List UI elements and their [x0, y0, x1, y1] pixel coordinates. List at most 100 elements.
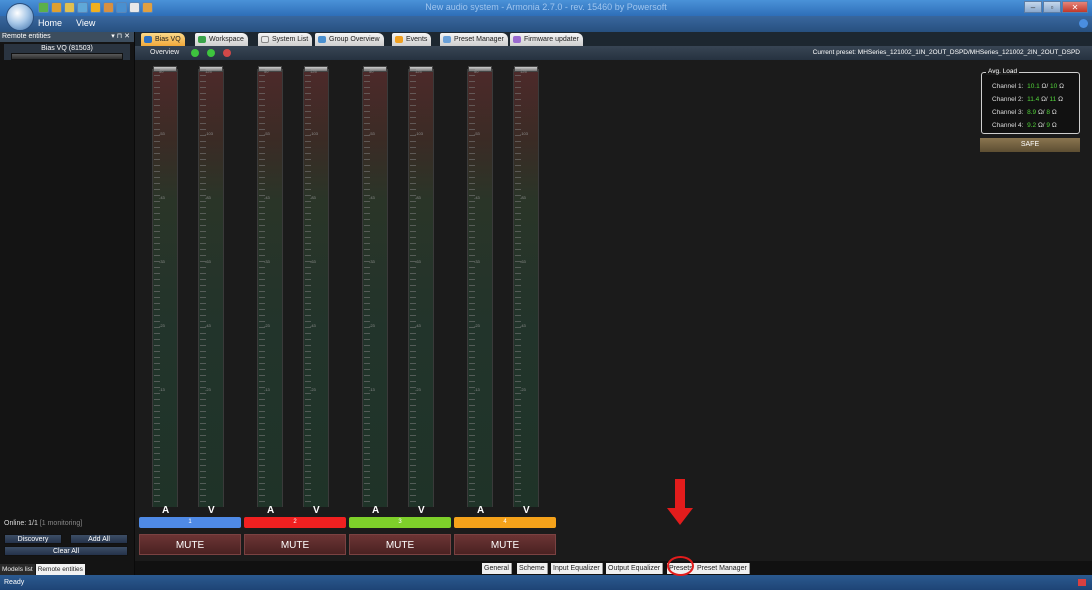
- meter-scale-label: -23: [205, 387, 211, 392]
- discovery-button[interactable]: Discovery: [4, 534, 62, 544]
- ribbon-tabs: Home View: [0, 16, 1092, 32]
- meter-scale-label: 125: [520, 69, 527, 74]
- meter-scale-label: -83: [310, 195, 316, 200]
- load-row: Channel 4: 9.2 Ω/ 9 Ω: [992, 122, 1057, 129]
- meter-scale-label: -43: [520, 323, 526, 328]
- channel-label-1[interactable]: 1: [139, 517, 241, 528]
- meter-scale-label: -43: [369, 195, 375, 200]
- mute-button-1[interactable]: MUTE: [139, 534, 241, 555]
- annotation-arrowhead: [667, 508, 693, 525]
- overview-label[interactable]: Overview: [150, 49, 179, 56]
- current-preset: Current preset: MHSeries_121002_1IN_2OUT…: [812, 49, 1080, 56]
- tab-view[interactable]: View: [76, 18, 95, 28]
- speaker-icon: [144, 36, 152, 43]
- avg-load-title: Avg. Load: [986, 68, 1020, 75]
- panel-controls[interactable]: ▾ ⊓ ✕: [111, 32, 130, 42]
- amp-meter-2: 50 -53 -43 -33 -23 -13: [257, 66, 283, 507]
- channel-label-4[interactable]: 4: [454, 517, 556, 528]
- meter-scale-label: -23: [369, 323, 375, 328]
- globe-icon: [198, 36, 206, 43]
- load-row: Channel 3: 8.9 Ω/ 8 Ω: [992, 109, 1057, 116]
- status-text: Ready: [4, 579, 25, 586]
- firmware-icon: [513, 36, 521, 43]
- meter-scale-label: -83: [520, 195, 526, 200]
- meter-scale-label: -13: [369, 387, 375, 392]
- tab-output-equalizer[interactable]: Output Equalizer: [606, 563, 664, 574]
- panel-header: Remote entities ▾ ⊓ ✕: [0, 32, 134, 42]
- alert-icon: [1078, 579, 1086, 586]
- meter-scale-label: -43: [474, 195, 480, 200]
- meter-scale-label: -33: [369, 259, 375, 264]
- tab-preset-manager-bottom[interactable]: Preset Manager: [695, 563, 750, 574]
- help-icon[interactable]: [1079, 19, 1088, 28]
- tab-home[interactable]: Home: [38, 18, 62, 28]
- title-bar: New audio system - Armonia 2.7.0 - rev. …: [0, 0, 1092, 16]
- application-menu-button[interactable]: [6, 3, 34, 31]
- amp-label: A: [477, 505, 485, 516]
- window-controls: – ▫ ✕: [1024, 1, 1088, 13]
- add-all-button[interactable]: Add All: [70, 534, 128, 544]
- tab-events[interactable]: Events: [392, 33, 432, 46]
- voltage-label: V: [313, 505, 320, 516]
- safe-status-button[interactable]: SAFE: [980, 138, 1080, 152]
- voltage-label: V: [418, 505, 425, 516]
- fault-led-icon: [223, 49, 231, 57]
- tab-input-equalizer[interactable]: Input Equalizer: [551, 563, 603, 574]
- meter-scale-label: -43: [310, 323, 316, 328]
- tab-models-list[interactable]: Models list: [0, 564, 35, 575]
- power-led-icon: [191, 49, 199, 57]
- meter-scale-label: -23: [310, 387, 316, 392]
- channel-label-3[interactable]: 3: [349, 517, 451, 528]
- meter-scale-label: -13: [474, 387, 480, 392]
- meter-scale-label: -23: [474, 323, 480, 328]
- mute-button-3[interactable]: MUTE: [349, 534, 451, 555]
- meter-scale-label: -33: [264, 259, 270, 264]
- tab-remote-entities[interactable]: Remote entities: [35, 564, 85, 575]
- minimize-button[interactable]: –: [1024, 1, 1042, 13]
- amp-meter-3: 50 -53 -43 -33 -23 -13: [362, 66, 388, 507]
- voltage-meter-3: 125 -103 -83 -63 -43 -23: [408, 66, 434, 507]
- meter-scale-label: -83: [415, 195, 421, 200]
- signal-led-icon: [207, 49, 215, 57]
- meter-scale-label: -103: [310, 131, 319, 136]
- load-row: Channel 2: 11.4 Ω/ 11 Ω: [992, 96, 1063, 103]
- amp-label: A: [372, 505, 380, 516]
- tab-scheme[interactable]: Scheme: [517, 563, 548, 574]
- tab-system-list[interactable]: System List: [258, 33, 313, 46]
- meter-scale-label: -43: [159, 195, 165, 200]
- annotation-circle: [667, 556, 694, 576]
- voltage-meter-4: 125 -103 -83 -63 -43 -23: [513, 66, 539, 507]
- remote-entities-panel: Remote entities ▾ ⊓ ✕ Bias VQ (81503) On…: [0, 32, 135, 575]
- close-button[interactable]: ✕: [1062, 1, 1088, 13]
- meter-scale-label: 50: [369, 69, 374, 74]
- device-toolbar: Overview Current preset: MHSeries_121002…: [135, 46, 1092, 60]
- meter-scale-label: -13: [264, 387, 270, 392]
- channel-label-2[interactable]: 2: [244, 517, 346, 528]
- online-count: Online: 1/1: [4, 520, 38, 527]
- mute-button-2[interactable]: MUTE: [244, 534, 346, 555]
- tab-bias-vq[interactable]: Bias VQ: [141, 33, 185, 46]
- tab-preset-manager[interactable]: Preset Manager: [440, 33, 508, 46]
- tab-group-overview[interactable]: Group Overview: [315, 33, 384, 46]
- tab-workspace[interactable]: Workspace: [195, 33, 248, 46]
- meter-scale-label: -53: [369, 131, 375, 136]
- meter-scale-label: -23: [159, 323, 165, 328]
- entity-item[interactable]: Bias VQ (81503): [4, 44, 130, 60]
- meter-scale-label: -63: [310, 259, 316, 264]
- maximize-button[interactable]: ▫: [1043, 1, 1061, 13]
- voltage-label: V: [208, 505, 215, 516]
- amp-meter-4: 50 -53 -43 -33 -23 -13: [467, 66, 493, 507]
- voltage-label: V: [523, 505, 530, 516]
- panel-tabs: General Scheme Input Equalizer Output Eq…: [135, 561, 1092, 575]
- clear-all-button[interactable]: Clear All: [4, 546, 128, 556]
- tab-firmware-updater[interactable]: Firmware updater: [510, 33, 583, 46]
- meter-scale-label: -63: [415, 259, 421, 264]
- meter-scale-label: -43: [264, 195, 270, 200]
- meter-scale-label: 125: [415, 69, 422, 74]
- tab-general[interactable]: General: [482, 563, 512, 574]
- panel-title: Remote entities: [2, 33, 51, 40]
- meter-scale-label: -53: [474, 131, 480, 136]
- mute-button-4[interactable]: MUTE: [454, 534, 556, 555]
- meter-scale-label: 125: [205, 69, 212, 74]
- window-title: New audio system - Armonia 2.7.0 - rev. …: [425, 2, 667, 12]
